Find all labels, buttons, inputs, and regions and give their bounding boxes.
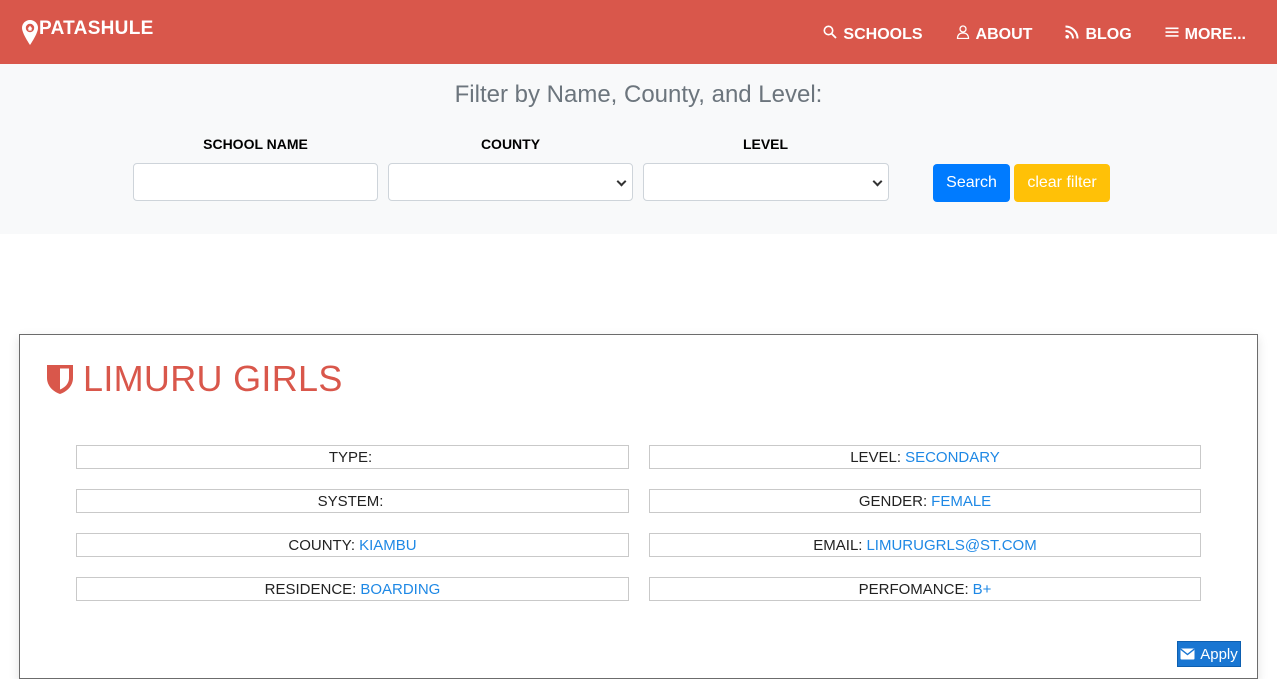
info-gender: GENDER: FEMALE (649, 489, 1201, 513)
envelope-icon (1180, 648, 1195, 660)
info-residence-value[interactable]: BOARDING (360, 581, 440, 598)
filter-section: Filter by Name, County, and Level: SCHOO… (0, 64, 1277, 234)
filter-title: Filter by Name, County, and Level: (454, 81, 823, 108)
shield-icon (47, 365, 73, 394)
info-level-value[interactable]: SECONDARY (905, 449, 1000, 466)
nav-about-label: ABOUT (975, 26, 1033, 43)
main-nav: SCHOOLS ABOUT BLOG MORE... (790, 24, 1246, 46)
school-name: LIMURU GIRLS (83, 358, 343, 399)
user-icon (956, 25, 969, 39)
info-type-label: TYPE: (328, 448, 373, 466)
apply-button[interactable]: Apply (1177, 641, 1241, 667)
clear-filter-button[interactable]: clear filter (1014, 164, 1110, 202)
county-label: COUNTY (480, 136, 541, 152)
school-header: LIMURU GIRLS (46, 358, 343, 400)
info-county-label: COUNTY: (288, 536, 356, 554)
info-email-label: EMAIL: (813, 536, 863, 554)
level-label: LEVEL (742, 136, 789, 152)
info-system-label: SYSTEM: (317, 492, 384, 510)
nav-about[interactable]: ABOUT (956, 24, 1033, 46)
info-gender-value[interactable]: FEMALE (931, 493, 991, 510)
brand-name: PATASHULE (39, 18, 154, 39)
school-card: LIMURU GIRLS TYPE: LEVEL: SECONDARY SYST… (19, 334, 1258, 679)
county-select[interactable] (388, 163, 633, 201)
apply-label: Apply (1200, 645, 1238, 663)
info-gender-label: GENDER: (858, 492, 928, 510)
navbar: PATASHULE SCHOOLS ABOUT BLOG MORE... (0, 0, 1277, 64)
info-county: COUNTY: KIAMBU (76, 533, 629, 557)
nav-blog-label: BLOG (1085, 26, 1132, 43)
search-icon (823, 25, 838, 39)
info-performance-label: PERFOMANCE: (858, 580, 969, 598)
school-name-label: SCHOOL NAME (203, 136, 308, 152)
info-type: TYPE: (76, 445, 629, 469)
menu-icon (1165, 27, 1179, 37)
info-county-value[interactable]: KIAMBU (359, 537, 417, 554)
info-system: SYSTEM: (76, 489, 629, 513)
map-pin-icon (22, 19, 38, 45)
info-level: LEVEL: SECONDARY (649, 445, 1201, 469)
search-button[interactable]: Search (933, 164, 1010, 202)
brand-logo[interactable]: PATASHULE (22, 18, 154, 45)
nav-blog[interactable]: BLOG (1065, 24, 1132, 46)
info-performance-value[interactable]: B+ (973, 581, 992, 598)
info-email: EMAIL: LIMURUGRLS@ST.COM (649, 533, 1201, 557)
school-name-input[interactable] (133, 163, 378, 201)
rss-icon (1065, 25, 1079, 39)
nav-more[interactable]: MORE... (1165, 24, 1246, 46)
nav-schools-label: SCHOOLS (843, 26, 923, 43)
nav-schools[interactable]: SCHOOLS (823, 24, 923, 46)
info-level-label: LEVEL: (850, 448, 902, 466)
info-residence-label: RESIDENCE: (264, 580, 357, 598)
info-email-value[interactable]: LIMURUGRLS@ST.COM (866, 537, 1036, 554)
info-performance: PERFOMANCE: B+ (649, 577, 1201, 601)
nav-more-label: MORE... (1184, 26, 1246, 43)
level-select[interactable] (643, 163, 889, 201)
info-residence: RESIDENCE: BOARDING (76, 577, 629, 601)
